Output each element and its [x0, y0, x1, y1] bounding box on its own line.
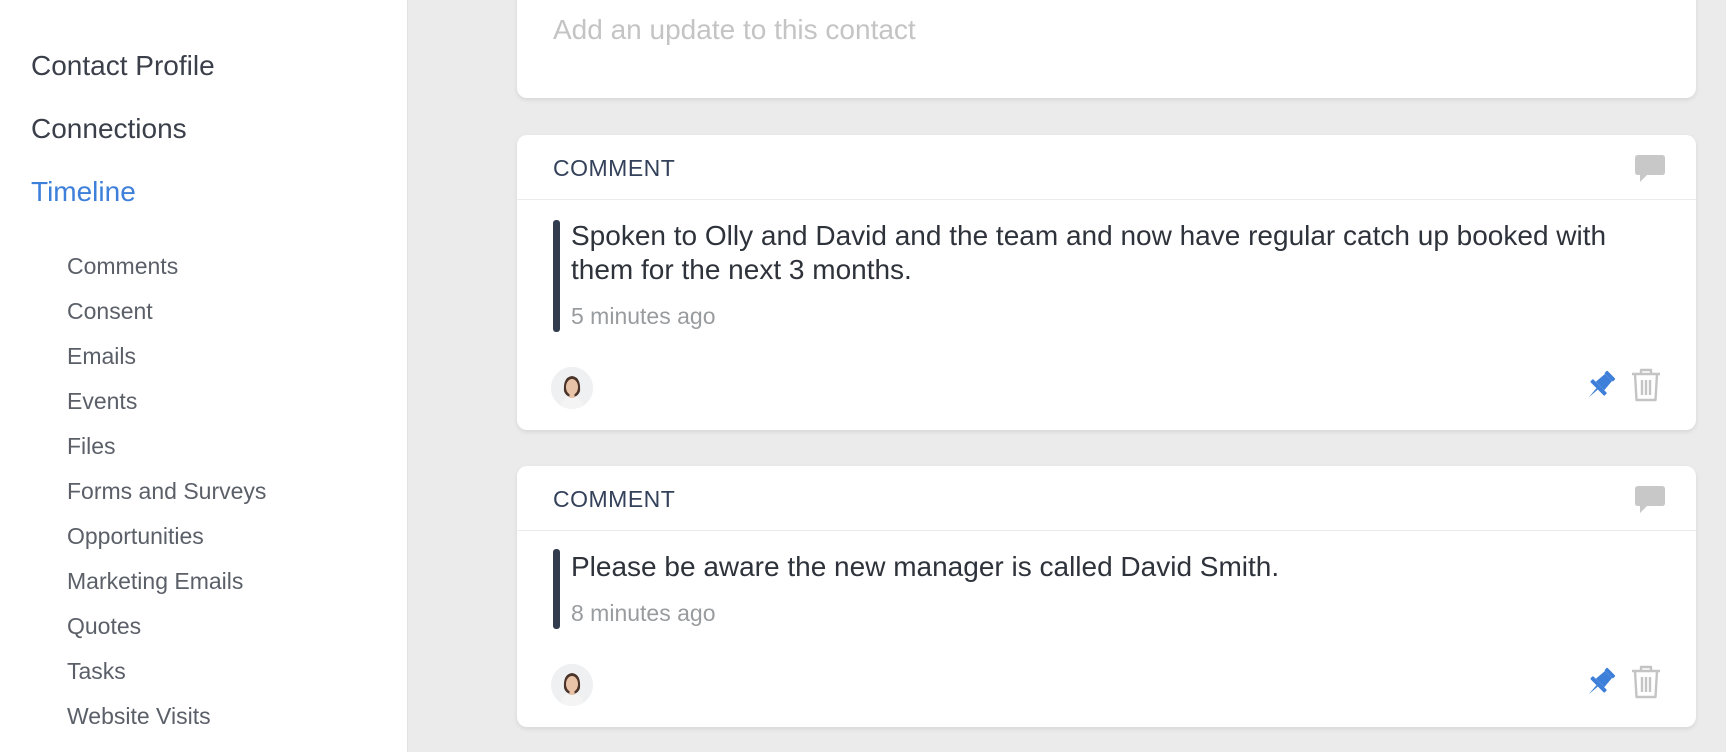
- comment-accent-bar: [553, 549, 560, 629]
- trash-icon[interactable]: [1630, 665, 1662, 699]
- timeline-card: COMMENT Spoken to Olly and David and the…: [517, 135, 1696, 430]
- sidebar-item-events[interactable]: Events: [67, 388, 137, 415]
- comment-text: Spoken to Olly and David and the team an…: [571, 220, 1607, 285]
- add-update-input[interactable]: [553, 14, 1653, 46]
- contact-page: Contact Profile Connections Timeline Com…: [0, 0, 1726, 752]
- sidebar-item-tasks[interactable]: Tasks: [67, 658, 126, 685]
- sidebar-item-forms-and-surveys[interactable]: Forms and Surveys: [67, 478, 266, 505]
- comment-accent-bar: [553, 220, 560, 332]
- sidebar-item-marketing-emails[interactable]: Marketing Emails: [67, 568, 243, 595]
- card-type-label: COMMENT: [553, 486, 676, 512]
- sidebar-item-quotes[interactable]: Quotes: [67, 613, 141, 640]
- sidebar-item-emails[interactable]: Emails: [67, 343, 136, 370]
- sidebar-item-timeline[interactable]: Timeline: [31, 176, 136, 208]
- card-type-label: COMMENT: [553, 155, 676, 181]
- sidebar-item-consent[interactable]: Consent: [67, 298, 153, 325]
- avatar: [551, 367, 593, 409]
- sidebar-item-files[interactable]: Files: [67, 433, 116, 460]
- trash-icon[interactable]: [1630, 368, 1662, 402]
- sidebar-item-website-visits[interactable]: Website Visits: [67, 703, 211, 730]
- avatar: [551, 664, 593, 706]
- pin-icon[interactable]: [1582, 665, 1618, 701]
- timeline-card: COMMENT Please be aware the new manager …: [517, 466, 1696, 727]
- sidebar-item-contact-profile[interactable]: Contact Profile: [31, 50, 215, 82]
- comment-icon: [1635, 486, 1665, 513]
- comment-timestamp: 5 minutes ago: [571, 303, 716, 329]
- comment-text: Please be aware the new manager is calle…: [571, 551, 1280, 582]
- sidebar-item-comments[interactable]: Comments: [67, 253, 178, 280]
- pin-icon[interactable]: [1582, 368, 1618, 404]
- comment-timestamp: 8 minutes ago: [571, 600, 716, 626]
- card-header: COMMENT: [517, 135, 1696, 200]
- add-update-card: [517, 0, 1696, 98]
- sidebar-item-opportunities[interactable]: Opportunities: [67, 523, 204, 550]
- sidebar-item-connections[interactable]: Connections: [31, 113, 187, 145]
- sidebar: Contact Profile Connections Timeline Com…: [0, 0, 408, 752]
- card-header: COMMENT: [517, 466, 1696, 531]
- comment-icon: [1635, 155, 1665, 182]
